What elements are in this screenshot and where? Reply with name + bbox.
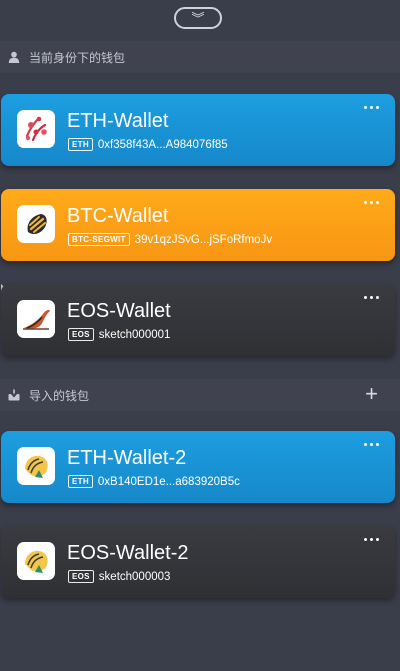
wallet-name: ETH-Wallet-2	[67, 447, 187, 469]
wallet-logo-icon	[17, 110, 55, 148]
wallet-card-eos[interactable]: EOS-Wallet EOS sketch000001	[1, 284, 395, 356]
wallet-meta: EOS sketch000001	[68, 328, 170, 341]
wallet-logo-icon	[17, 205, 55, 243]
more-options-icon[interactable]	[364, 296, 379, 299]
chain-badge: EOS	[68, 328, 94, 341]
chain-badge: ETH	[68, 138, 93, 151]
import-icon	[8, 389, 20, 401]
wallet-card-eth-2[interactable]: ETH-Wallet-2 ETH 0xB140ED1e...a683920B5c	[1, 431, 395, 503]
wallet-name: EOS-Wallet	[67, 300, 171, 322]
wallet-address: 0xf358f43A...A984076f85	[97, 138, 228, 151]
wallet-card-eos-2[interactable]: EOS-Wallet-2 EOS sketch000003	[1, 526, 395, 598]
collapse-button[interactable]: ︾	[174, 7, 222, 29]
wallet-name: EOS-Wallet-2	[67, 542, 189, 564]
wallet-card-btc[interactable]: BTC-Wallet BTC-SEGWIT 39v1qzJSvG...jSFoR…	[1, 189, 395, 261]
wallet-meta: ETH 0xf358f43A...A984076f85	[68, 138, 228, 151]
section-title: 导入的钱包	[29, 388, 90, 403]
person-icon	[8, 51, 20, 63]
wallet-logo-icon	[17, 542, 55, 580]
section-header-current: 当前身份下的钱包	[0, 41, 400, 73]
wallet-meta: ETH 0xB140ED1e...a683920B5c	[68, 475, 240, 488]
wallet-name: ETH-Wallet	[67, 110, 169, 132]
double-chevron-down-icon: ︾	[191, 10, 205, 26]
chain-badge: EOS	[68, 570, 94, 583]
more-options-icon[interactable]	[364, 538, 379, 541]
wallet-address: 0xB140ED1e...a683920B5c	[97, 475, 240, 488]
wallet-meta: EOS sketch000003	[68, 570, 170, 583]
add-wallet-button[interactable]: +	[365, 383, 378, 405]
wallet-card-eth[interactable]: ETH-Wallet ETH 0xf358f43A...A984076f85	[1, 94, 395, 166]
chain-badge: BTC-SEGWIT	[68, 233, 130, 246]
wallet-address: sketch000003	[98, 570, 171, 583]
chain-badge: ETH	[68, 475, 93, 488]
section-title: 当前身份下的钱包	[29, 50, 126, 65]
wallet-address: sketch000001	[98, 328, 171, 341]
wallet-name: BTC-Wallet	[67, 205, 169, 227]
wallet-address: 39v1qzJSvG...jSFoRfmoJv	[134, 233, 273, 246]
more-options-icon[interactable]	[364, 443, 379, 446]
wallet-logo-icon	[17, 300, 55, 338]
wallet-meta: BTC-SEGWIT 39v1qzJSvG...jSFoRfmoJv	[68, 233, 272, 246]
wallet-logo-icon	[17, 447, 55, 485]
more-options-icon[interactable]	[364, 106, 379, 109]
section-header-imported: 导入的钱包 +	[0, 379, 400, 411]
more-options-icon[interactable]	[364, 201, 379, 204]
